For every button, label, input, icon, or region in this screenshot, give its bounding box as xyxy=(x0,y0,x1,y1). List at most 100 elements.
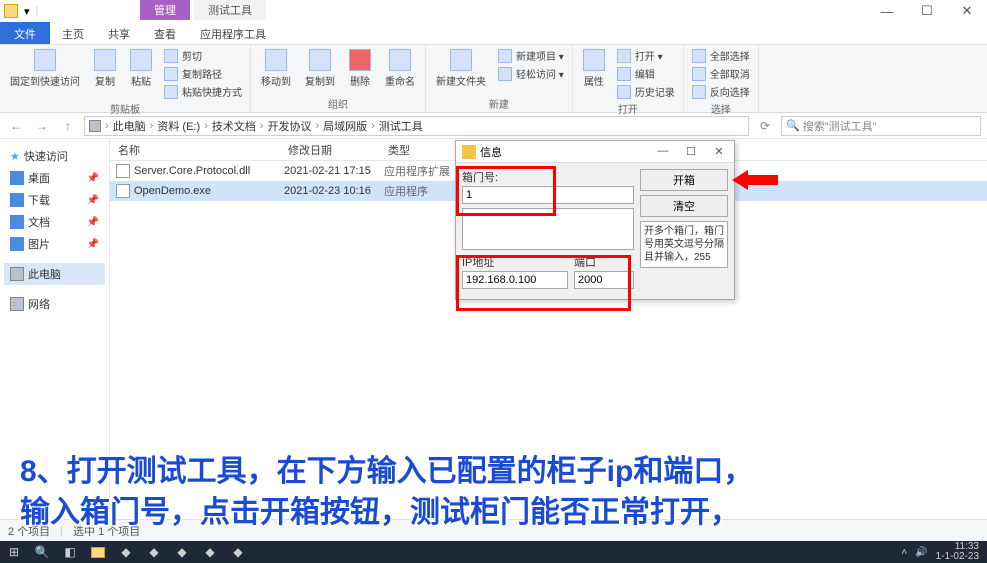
file-icon xyxy=(116,164,130,178)
dialog-close-button[interactable]: ✕ xyxy=(710,145,728,158)
file-name: Server.Core.Protocol.dll xyxy=(134,165,284,177)
col-type[interactable]: 类型 xyxy=(380,142,460,158)
moveto-button[interactable]: 移动到 xyxy=(257,47,295,95)
clear-button[interactable]: 清空 xyxy=(640,195,728,217)
forward-button[interactable]: → xyxy=(32,116,52,136)
tray-volume-icon[interactable]: 🔊 xyxy=(915,547,927,558)
selectnone-button[interactable]: 全部取消 xyxy=(690,65,752,82)
door-input[interactable] xyxy=(462,186,634,204)
newitem-button[interactable]: 新建项目 ▾ xyxy=(496,47,566,64)
refresh-button[interactable]: ⟳ xyxy=(755,116,775,136)
ip-input[interactable] xyxy=(462,271,568,289)
log-textarea[interactable] xyxy=(462,208,634,250)
file-icon xyxy=(116,184,130,198)
paste-button[interactable]: 粘贴 xyxy=(126,47,156,100)
ribbon-tabs: 文件 主页 共享 查看 应用程序工具 xyxy=(0,22,987,45)
taskbar-app-icon[interactable]: ◆ xyxy=(112,541,140,563)
copy-button[interactable]: 复制 xyxy=(90,47,120,100)
maximize-button[interactable]: ☐ xyxy=(907,0,947,22)
tray-icon[interactable]: ˄ xyxy=(901,547,907,558)
taskbar-app-icon[interactable]: ◆ xyxy=(196,541,224,563)
new-group-label: 新建 xyxy=(432,95,566,111)
sidebar-desktop[interactable]: 桌面📌 xyxy=(4,167,105,189)
cut-button[interactable]: 剪切 xyxy=(162,47,244,64)
sidebar-pictures[interactable]: 图片📌 xyxy=(4,233,105,255)
pasteshortcut-button[interactable]: 粘贴快捷方式 xyxy=(162,83,244,100)
sidebar-network[interactable]: 网络 xyxy=(4,293,105,315)
network-icon xyxy=(10,297,24,311)
crumb-1[interactable]: 技术文档 xyxy=(212,118,256,134)
edit-button[interactable]: 编辑 xyxy=(615,65,677,82)
delete-button[interactable]: 删除 xyxy=(345,47,375,95)
dialog-title: 信息 xyxy=(480,144,502,160)
taskbar-search-icon[interactable]: 🔍 xyxy=(28,541,56,563)
documents-icon xyxy=(10,215,24,229)
up-button[interactable]: ↑ xyxy=(58,116,78,136)
file-tab[interactable]: 文件 xyxy=(0,22,50,44)
easyaccess-button[interactable]: 轻松访问 ▾ xyxy=(496,65,566,82)
selectall-button[interactable]: 全部选择 xyxy=(690,47,752,64)
search-placeholder: 搜索"测试工具" xyxy=(803,118,877,134)
taskview-button[interactable]: ◧ xyxy=(56,541,84,563)
home-tab[interactable]: 主页 xyxy=(50,22,96,44)
newfolder-button[interactable]: 新建文件夹 xyxy=(432,47,490,95)
downloads-icon xyxy=(10,193,24,207)
pin-icon: 📌 xyxy=(87,195,99,206)
sidebar-downloads[interactable]: 下载📌 xyxy=(4,189,105,211)
view-tab[interactable]: 查看 xyxy=(142,22,188,44)
crumb-3[interactable]: 局域网版 xyxy=(323,118,367,134)
start-button[interactable]: ⊞ xyxy=(0,541,28,563)
pin-button[interactable]: 固定到快速访问 xyxy=(6,47,84,100)
pin-label: 固定到快速访问 xyxy=(10,73,80,88)
copypath-button[interactable]: 复制路径 xyxy=(162,65,244,82)
taskbar-explorer-icon[interactable] xyxy=(84,541,112,563)
taskbar-app-icon[interactable]: ◆ xyxy=(224,541,252,563)
close-button[interactable]: ✕ xyxy=(947,0,987,22)
port-label: 端口 xyxy=(574,254,634,270)
tray-date: 1-1-02-23 xyxy=(936,552,979,562)
col-date[interactable]: 修改日期 xyxy=(280,142,380,158)
sidebar-thispc[interactable]: 此电脑 xyxy=(4,263,105,285)
open-icon xyxy=(617,49,631,63)
open-button[interactable]: 打开 ▾ xyxy=(615,47,677,64)
crumb-2[interactable]: 开发协议 xyxy=(267,118,311,134)
invertselect-button[interactable]: 反向选择 xyxy=(690,83,752,100)
share-tab[interactable]: 共享 xyxy=(96,22,142,44)
col-name[interactable]: 名称 xyxy=(110,142,280,158)
copyto-button[interactable]: 复制到 xyxy=(301,47,339,95)
qat-dropdown-icon[interactable]: ▾ xyxy=(24,5,30,18)
context-tab-manage[interactable]: 管理 xyxy=(140,0,190,20)
dialog-minimize-button[interactable]: — xyxy=(654,145,672,158)
breadcrumb[interactable]: › 此电脑 › 资料 (E:) › 技术文档 › 开发协议 › 局域网版 › 测… xyxy=(84,116,749,136)
crumb-4[interactable]: 测试工具 xyxy=(379,118,423,134)
sidebar-quickaccess[interactable]: ★快速访问 xyxy=(4,145,105,167)
ribbon: 固定到快速访问 复制 粘贴 剪切 复制路径 粘贴快捷方式 剪贴板 移动到 复制到… xyxy=(0,45,987,113)
search-input[interactable]: 🔍 搜索"测试工具" xyxy=(781,116,981,136)
newfolder-icon xyxy=(450,49,472,71)
port-input[interactable] xyxy=(574,271,634,289)
pin-icon: 📌 xyxy=(87,239,99,250)
minimize-button[interactable]: — xyxy=(867,0,907,22)
taskbar-app-icon[interactable]: ◆ xyxy=(140,541,168,563)
dialog-titlebar[interactable]: 信息 — ☐ ✕ xyxy=(456,141,734,163)
door-label: 箱门号: xyxy=(462,169,634,185)
crumb-thispc[interactable]: 此电脑 xyxy=(113,118,146,134)
taskbar: ⊞ 🔍 ◧ ◆ ◆ ◆ ◆ ◆ ˄ 🔊 11:33 1-1-02-23 xyxy=(0,541,987,563)
open-box-button[interactable]: 开箱 xyxy=(640,169,728,191)
taskbar-app-icon[interactable]: ◆ xyxy=(168,541,196,563)
sidebar-documents[interactable]: 文档📌 xyxy=(4,211,105,233)
crumb-drive[interactable]: 资料 (E:) xyxy=(157,118,200,134)
history-button[interactable]: 历史记录 xyxy=(615,83,677,100)
pin-icon: 📌 xyxy=(87,173,99,184)
dialog-maximize-button[interactable]: ☐ xyxy=(682,145,700,158)
rename-button[interactable]: 重命名 xyxy=(381,47,419,95)
tutorial-caption: 8、打开测试工具，在下方输入已配置的柜子ip和端口， 输入箱门号，点击开箱按钮，… xyxy=(20,452,967,533)
pin-icon: 📌 xyxy=(87,217,99,228)
desktop-icon xyxy=(10,171,24,185)
easyaccess-icon xyxy=(498,67,512,81)
star-icon: ★ xyxy=(10,150,20,163)
back-button[interactable]: ← xyxy=(6,116,26,136)
apptools-tab[interactable]: 应用程序工具 xyxy=(188,22,278,44)
properties-button[interactable]: 属性 xyxy=(579,47,609,100)
title-text: 测试工具 xyxy=(194,0,266,20)
